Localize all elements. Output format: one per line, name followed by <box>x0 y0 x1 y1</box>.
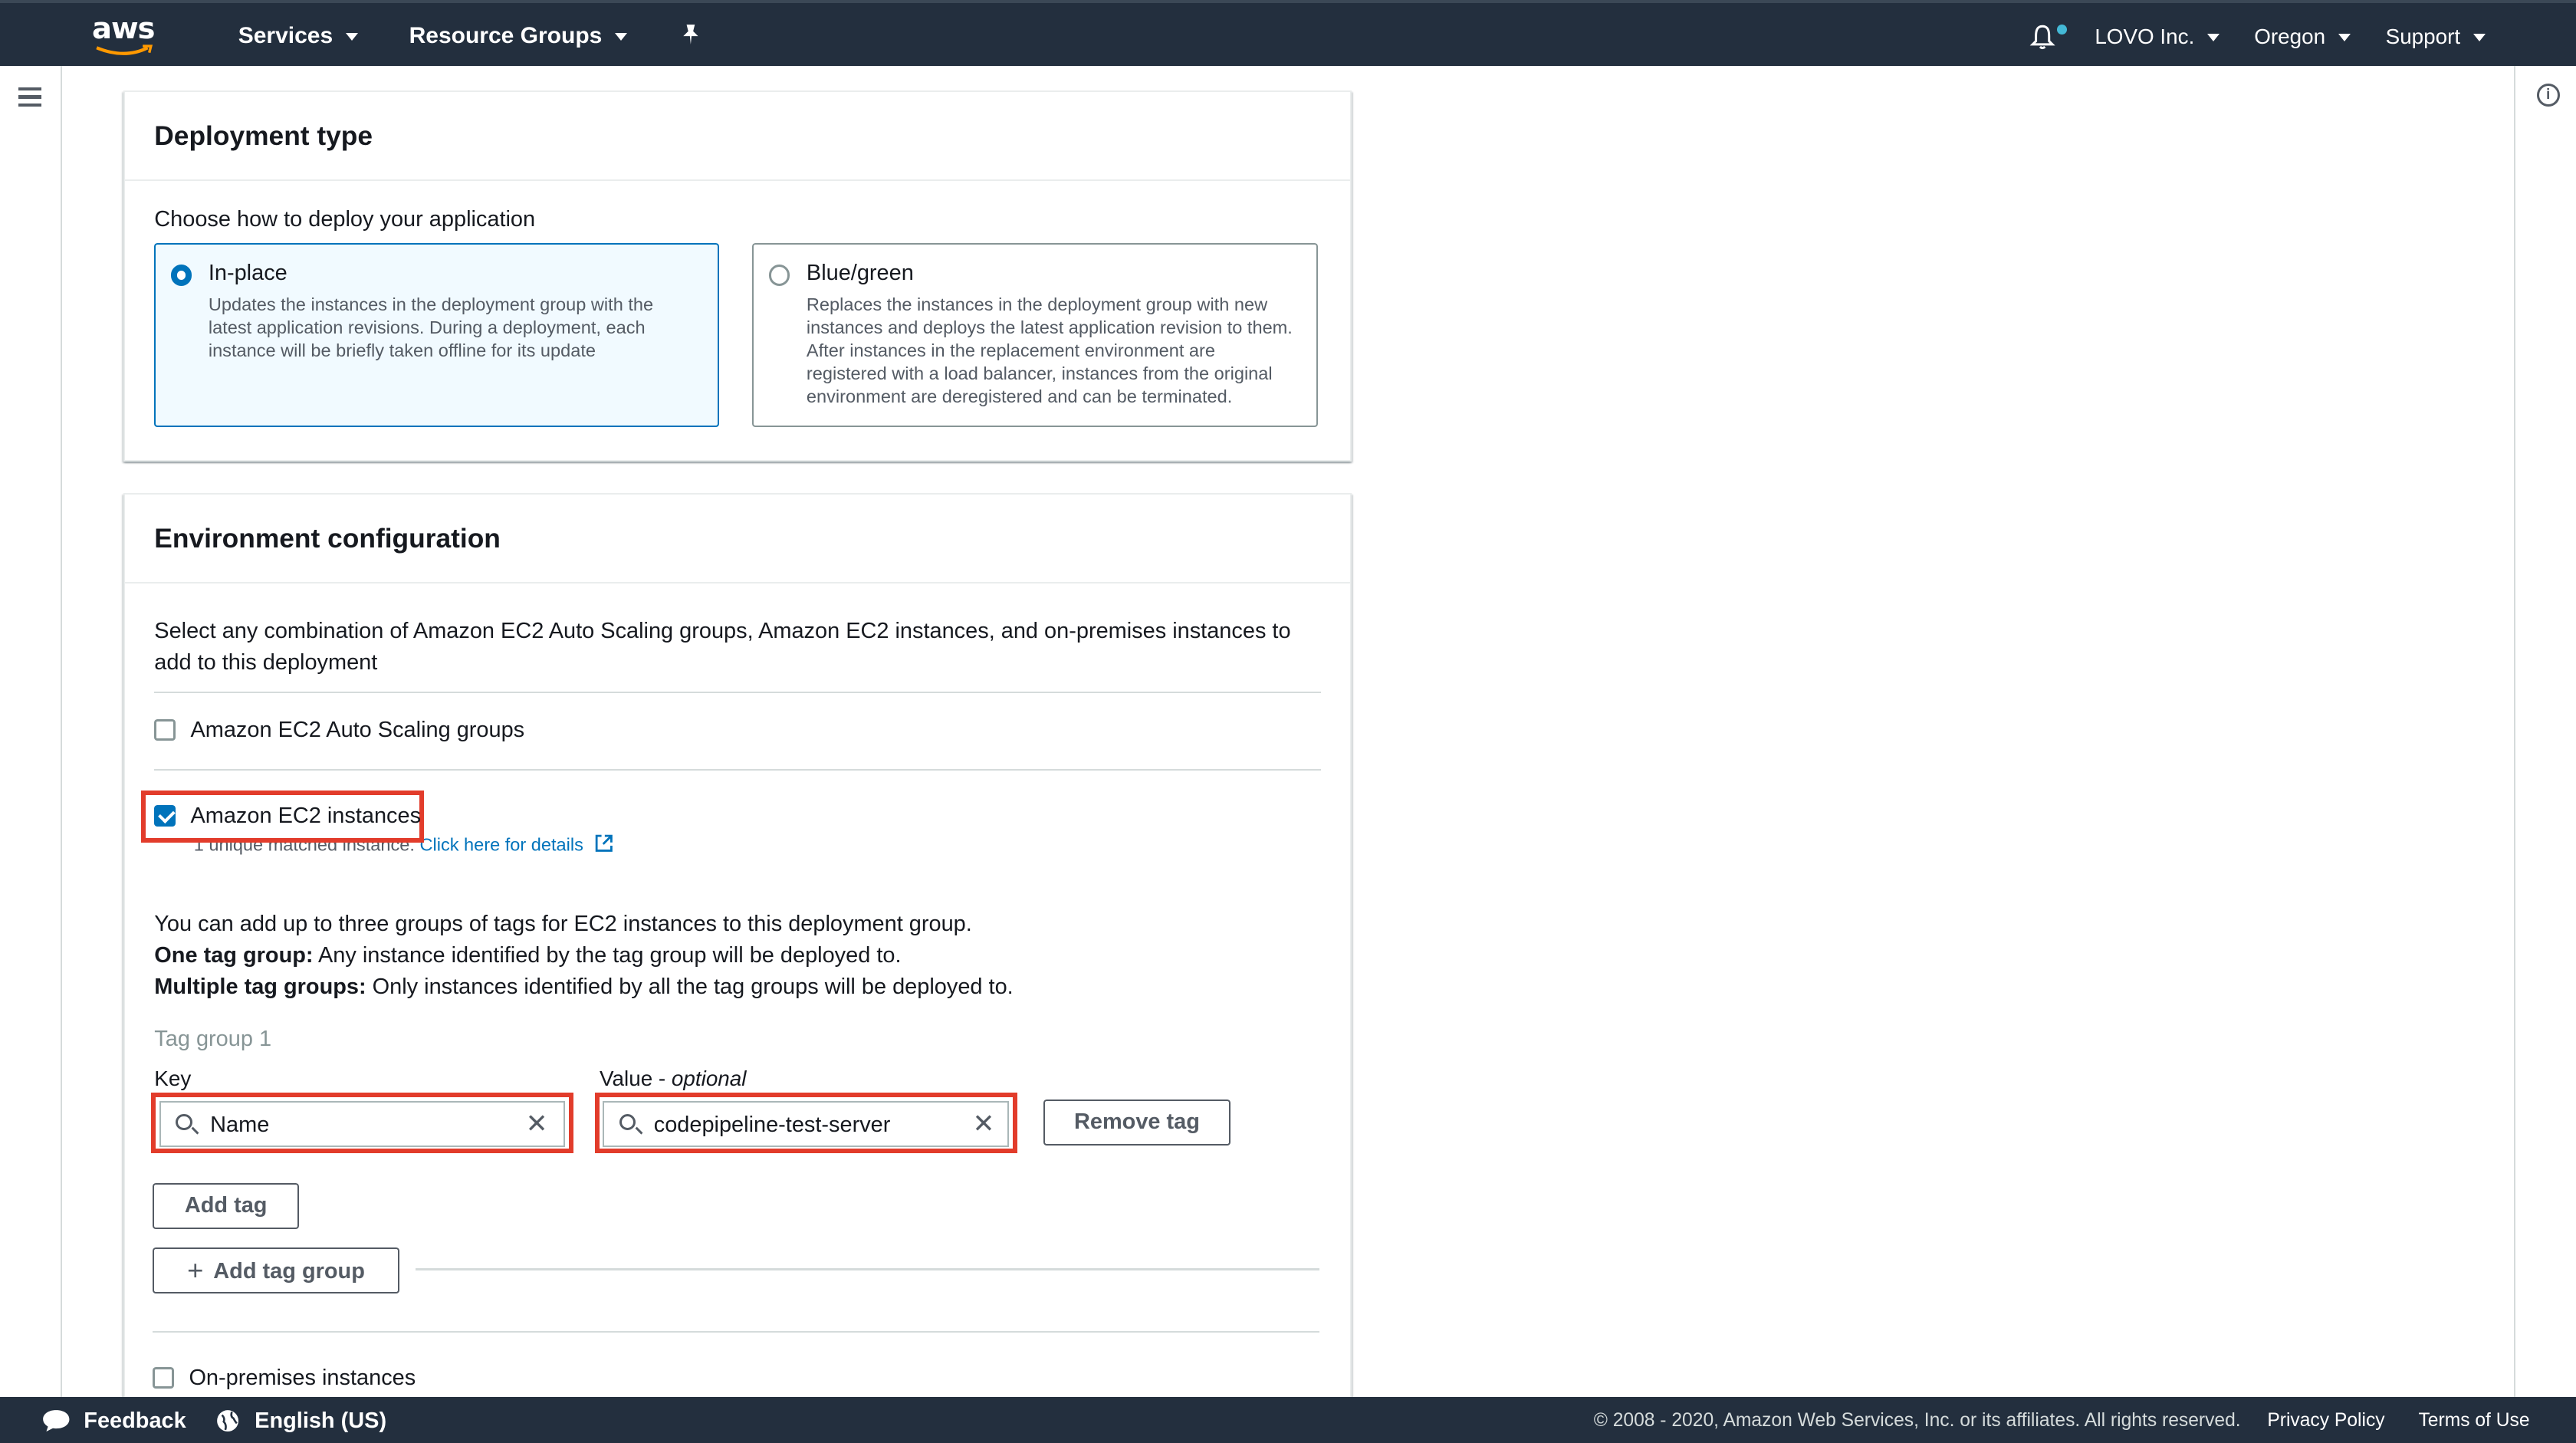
services-label: Services <box>238 22 334 48</box>
chevron-down-icon <box>2473 34 2486 41</box>
key-label: Key <box>154 1066 192 1090</box>
clear-value-icon[interactable]: ✕ <box>973 1110 995 1137</box>
multiple-tag-groups-bold: Multiple tag groups: <box>154 974 366 999</box>
blue-green-label: Blue/green <box>806 261 914 286</box>
multiple-tag-groups-text: Only instances identified by all the tag… <box>366 974 1014 999</box>
aws-logo[interactable]: aws <box>92 12 158 61</box>
in-place-radio[interactable] <box>170 264 192 286</box>
multiple-tag-groups-info: Multiple tag groups: Only instances iden… <box>154 975 1013 1000</box>
chevron-down-icon <box>2338 34 2351 41</box>
in-place-option[interactable]: In-place Updates the instances in the de… <box>154 243 720 428</box>
divider <box>416 1268 1319 1270</box>
support-label: Support <box>2385 24 2461 48</box>
notification-dot <box>2057 24 2067 35</box>
add-tag-group-button[interactable]: + Add tag group <box>153 1247 399 1293</box>
search-icon <box>176 1113 192 1131</box>
deployment-type-panel: Deployment type Choose how to deploy you… <box>123 90 1352 462</box>
value-optional-text: optional <box>671 1066 747 1090</box>
in-place-description: Updates the instances in the deployment … <box>208 294 654 360</box>
environment-intro: Select any combination of Amazon EC2 Aut… <box>154 619 1291 675</box>
divider <box>154 768 1321 771</box>
aws-logo-text: aws <box>92 11 155 46</box>
chevron-down-icon <box>615 32 628 41</box>
value-input-value: codepipeline-test-server <box>653 1112 891 1137</box>
on-premises-checkbox[interactable] <box>153 1366 175 1389</box>
support-menu[interactable]: Support <box>2386 25 2486 49</box>
privacy-policy-link[interactable]: Privacy Policy <box>2267 1410 2384 1431</box>
in-place-label: In-place <box>208 261 288 286</box>
one-tag-group-text: Any instance identified by the tag group… <box>313 942 902 968</box>
one-tag-group-info: One tag group: Any instance identified b… <box>154 943 901 968</box>
add-tag-group-label: Add tag group <box>213 1258 365 1284</box>
search-icon <box>619 1113 636 1131</box>
feedback-link[interactable]: Feedback <box>84 1408 186 1434</box>
region-label: Oregon <box>2254 24 2326 48</box>
account-menu[interactable]: LOVO Inc. <box>2095 25 2220 49</box>
region-menu[interactable]: Oregon <box>2254 25 2351 49</box>
one-tag-group-bold: One tag group: <box>154 942 314 968</box>
top-navigation-bar: aws Services Resource Groups LOVO Inc. O… <box>0 0 2576 66</box>
environment-configuration-title: Environment configuration <box>124 495 1351 583</box>
resource-groups-label: Resource Groups <box>409 22 603 48</box>
value-input[interactable]: codepipeline-test-server ✕ <box>603 1100 1009 1147</box>
terms-of-use-link[interactable]: Terms of Use <box>2418 1410 2529 1431</box>
ec2-instances-label[interactable]: Amazon EC2 instances <box>190 804 421 829</box>
on-premises-label[interactable]: On-premises instances <box>189 1366 416 1391</box>
key-input-value: Name <box>210 1112 270 1137</box>
bell-icon[interactable] <box>2029 23 2055 51</box>
menu-icon[interactable] <box>18 87 41 107</box>
ec2-instances-checkbox[interactable] <box>154 804 176 827</box>
divider <box>153 1330 1319 1333</box>
blue-green-description: Replaces the instances in the deployment… <box>806 294 1293 406</box>
auto-scaling-label[interactable]: Amazon EC2 Auto Scaling groups <box>190 718 524 743</box>
info-icon[interactable]: i <box>2536 84 2560 107</box>
details-link[interactable]: Click here for details <box>419 835 583 855</box>
chevron-down-icon <box>346 32 359 41</box>
services-menu[interactable]: Services <box>238 23 359 49</box>
external-link-icon[interactable] <box>595 834 613 853</box>
blue-green-option[interactable]: Blue/green Replaces the instances in the… <box>752 243 1318 428</box>
deployment-type-prompt: Choose how to deploy your application <box>154 206 536 232</box>
deployment-type-title: Deployment type <box>124 92 1351 181</box>
plus-icon: + <box>187 1254 204 1286</box>
auto-scaling-checkbox[interactable] <box>154 719 176 741</box>
right-help-rail: i <box>2513 65 2576 1397</box>
value-label: Value - optional <box>600 1067 746 1091</box>
feedback-icon[interactable] <box>41 1408 71 1433</box>
globe-icon <box>216 1409 238 1431</box>
chevron-down-icon <box>2207 34 2220 41</box>
clear-key-icon[interactable]: ✕ <box>526 1110 548 1137</box>
account-label: LOVO Inc. <box>2095 24 2195 48</box>
value-label-text: Value - <box>600 1066 672 1090</box>
key-input[interactable]: Name ✕ <box>159 1100 566 1147</box>
tag-group-label: Tag group 1 <box>154 1027 272 1052</box>
copyright-text: © 2008 - 2020, Amazon Web Services, Inc.… <box>1593 1409 2241 1431</box>
aws-smile-icon <box>96 44 153 55</box>
blue-green-radio[interactable] <box>768 264 790 286</box>
remove-tag-button[interactable]: Remove tag <box>1043 1099 1231 1146</box>
tags-info: You can add up to three groups of tags f… <box>154 912 972 937</box>
add-tag-button[interactable]: Add tag <box>153 1182 300 1229</box>
pin-icon[interactable] <box>680 23 702 46</box>
footer-bar: Feedback English (US) © 2008 - 2020, Ama… <box>0 1396 2576 1443</box>
language-selector[interactable]: English (US) <box>255 1408 386 1434</box>
left-navigation-rail <box>0 65 63 1397</box>
resource-groups-menu[interactable]: Resource Groups <box>409 23 628 49</box>
divider <box>154 692 1321 694</box>
